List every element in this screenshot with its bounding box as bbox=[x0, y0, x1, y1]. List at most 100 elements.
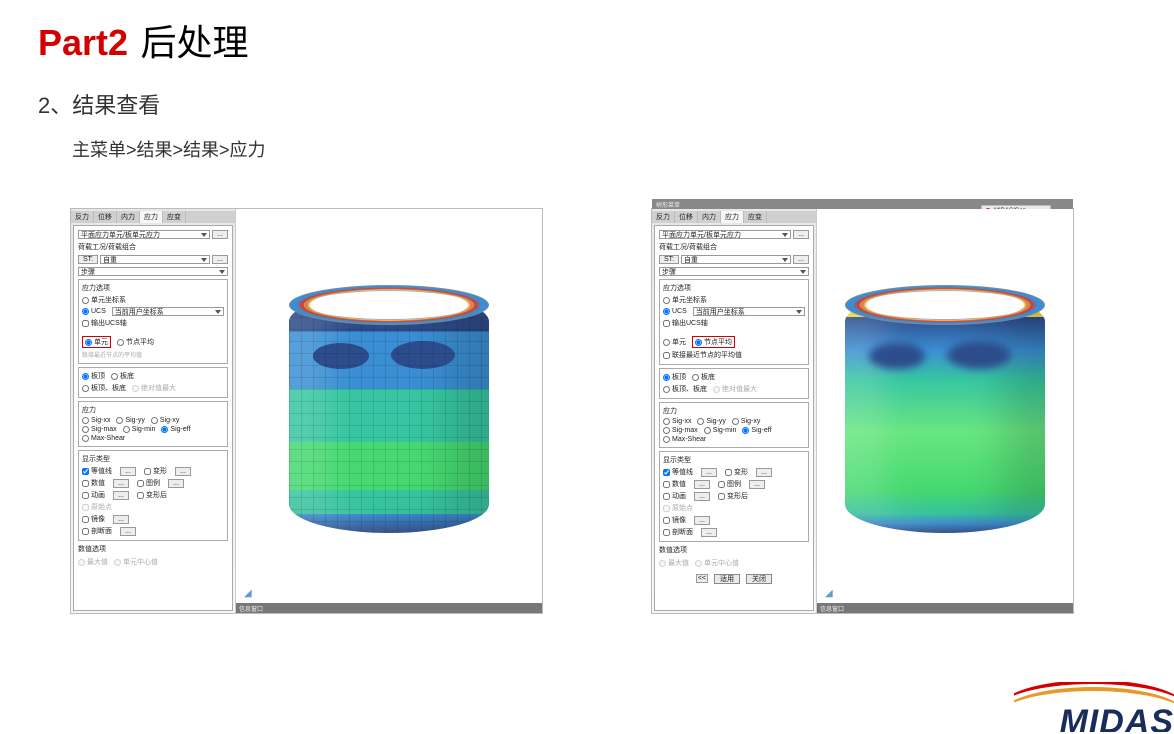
chk-avg-note[interactable]: 联接最近节点的平均值 bbox=[663, 350, 742, 360]
radio-center[interactable]: 单元中心值 bbox=[114, 557, 158, 567]
chk-cut[interactable]: 剖断面 bbox=[82, 526, 112, 536]
radio-sxy[interactable]: Sig-xy bbox=[151, 417, 179, 424]
chk-value[interactable]: 数值 bbox=[82, 478, 105, 488]
page-title: Part2 后处理 bbox=[0, 0, 1174, 66]
radio-syy[interactable]: Sig-yy bbox=[697, 418, 725, 425]
ellipsis-button[interactable]: ... bbox=[113, 515, 129, 524]
step-dropdown[interactable]: 步骤 bbox=[78, 267, 228, 276]
radio-element[interactable]: 单元 bbox=[85, 337, 108, 347]
ellipsis-button[interactable]: ... bbox=[175, 467, 191, 476]
tab-reaction[interactable]: 反力 bbox=[71, 211, 94, 223]
radio-element[interactable]: 单元 bbox=[663, 337, 686, 347]
radio-smax[interactable]: Sig-max bbox=[82, 426, 117, 433]
chk-mirror[interactable]: 镜像 bbox=[663, 515, 686, 525]
radio-element-cs[interactable]: 单元坐标系 bbox=[82, 295, 126, 305]
tab-force[interactable]: 内力 bbox=[698, 211, 721, 223]
ellipsis-button[interactable]: ... bbox=[694, 516, 710, 525]
chk-legend[interactable]: 图例 bbox=[718, 479, 741, 489]
radio-seff[interactable]: Sig-eff bbox=[742, 427, 771, 434]
chk-contour[interactable]: 等值线 bbox=[663, 467, 693, 477]
loadcase-dropdown[interactable]: 自重 bbox=[681, 255, 791, 264]
chk-undef[interactable]: 原始点 bbox=[82, 502, 112, 512]
radio-top[interactable]: 板顶 bbox=[663, 372, 686, 382]
ellipsis-button[interactable]: ... bbox=[793, 255, 809, 264]
radio-top[interactable]: 板顶 bbox=[82, 371, 105, 381]
radio-seff[interactable]: Sig-eff bbox=[161, 426, 190, 433]
ellipsis-button[interactable]: ... bbox=[120, 467, 136, 476]
radio-node-avg[interactable]: 节点平均 bbox=[695, 337, 732, 347]
ellipsis-button[interactable]: ... bbox=[168, 479, 184, 488]
chk-mirror[interactable]: 镜像 bbox=[82, 514, 105, 524]
tab-strain[interactable]: 应变 bbox=[163, 211, 186, 223]
ellipsis-button[interactable]: ... bbox=[701, 468, 717, 477]
radio-sxx[interactable]: Sig-xx bbox=[82, 417, 110, 424]
ellipsis-button[interactable]: ... bbox=[113, 491, 129, 500]
radio-smin[interactable]: Sig-min bbox=[123, 426, 156, 433]
ellipsis-button[interactable]: ... bbox=[113, 479, 129, 488]
ellipsis-button[interactable]: ... bbox=[694, 492, 710, 501]
chk-defshape[interactable]: 变形后 bbox=[137, 490, 167, 500]
radio-syy[interactable]: Sig-yy bbox=[116, 417, 144, 424]
ellipsis-button[interactable]: ... bbox=[694, 480, 710, 489]
ellipsis-button[interactable]: ... bbox=[120, 527, 136, 536]
ellipsis-button[interactable]: ... bbox=[793, 230, 809, 239]
step-dropdown[interactable]: 步骤 bbox=[659, 267, 809, 276]
close-button[interactable]: 关闭 bbox=[746, 574, 772, 584]
model-viewport[interactable]: ◢ 信息窗口 bbox=[817, 209, 1073, 613]
radio-bot[interactable]: 板底 bbox=[111, 371, 134, 381]
radio-ucs[interactable]: UCS bbox=[663, 308, 687, 315]
chk-ucs-axes[interactable]: 输出UCS轴 bbox=[663, 318, 708, 328]
tab-disp[interactable]: 位移 bbox=[675, 211, 698, 223]
radio-sxy[interactable]: Sig-xy bbox=[732, 418, 760, 425]
ellipsis-button[interactable]: ... bbox=[756, 468, 772, 477]
apply-button[interactable]: 适用 bbox=[714, 574, 740, 584]
ucs-dropdown[interactable]: 当前用户坐标系 bbox=[693, 307, 805, 316]
chk-cut[interactable]: 剖断面 bbox=[663, 527, 693, 537]
chk-defshape[interactable]: 变形后 bbox=[718, 491, 748, 501]
radio-smax[interactable]: Sig-max bbox=[663, 427, 698, 434]
ellipsis-button[interactable]: ... bbox=[212, 230, 228, 239]
radio-absmax[interactable]: 绝对值最大 bbox=[713, 384, 757, 394]
result-type-dropdown[interactable]: 平面应力单元/板单元应力 bbox=[78, 230, 210, 239]
stress-component-group: 应力 Sig-xx Sig-yy Sig-xy Sig-max Sig-min … bbox=[78, 401, 228, 447]
radio-maxshear[interactable]: Max-Shear bbox=[82, 435, 125, 442]
tab-stress[interactable]: 应力 bbox=[140, 211, 163, 223]
radio-element-cs[interactable]: 单元坐标系 bbox=[663, 295, 707, 305]
tab-disp[interactable]: 位移 bbox=[94, 211, 117, 223]
loadcase-dropdown[interactable]: 自重 bbox=[100, 255, 210, 264]
chk-deform[interactable]: 变形 bbox=[144, 466, 167, 476]
ellipsis-button[interactable]: ... bbox=[701, 528, 717, 537]
radio-smin[interactable]: Sig-min bbox=[704, 427, 737, 434]
model-viewport[interactable]: ◢ 信息窗口 bbox=[236, 209, 542, 613]
radio-absmax[interactable]: 绝对值最大 bbox=[132, 383, 176, 393]
radio-node-avg[interactable]: 节点平均 bbox=[117, 337, 154, 347]
radio-maxval[interactable]: 最大值 bbox=[78, 557, 108, 567]
chk-deform[interactable]: 变形 bbox=[725, 467, 748, 477]
radio-center[interactable]: 单元中心值 bbox=[695, 558, 739, 568]
chk-anim[interactable]: 动画 bbox=[663, 491, 686, 501]
tab-reaction[interactable]: 反力 bbox=[652, 211, 675, 223]
ucs-dropdown[interactable]: 当前用户坐标系 bbox=[112, 307, 224, 316]
prev-button[interactable]: << bbox=[696, 574, 708, 583]
ellipsis-button[interactable]: ... bbox=[212, 255, 228, 264]
radio-ucs[interactable]: UCS bbox=[82, 308, 106, 315]
radio-maxval[interactable]: 最大值 bbox=[659, 558, 689, 568]
radio-element-highlight: 单元 bbox=[82, 336, 111, 348]
chk-anim[interactable]: 动画 bbox=[82, 490, 105, 500]
chk-legend[interactable]: 图例 bbox=[137, 478, 160, 488]
radio-topbot[interactable]: 板顶、板底 bbox=[82, 383, 126, 393]
chk-undef[interactable]: 原始点 bbox=[663, 503, 693, 513]
radio-topbot[interactable]: 板顶、板底 bbox=[663, 384, 707, 394]
ellipsis-button[interactable]: ... bbox=[749, 480, 765, 489]
radio-sxx[interactable]: Sig-xx bbox=[663, 418, 691, 425]
tab-force[interactable]: 内力 bbox=[117, 211, 140, 223]
radio-maxshear[interactable]: Max-Shear bbox=[663, 436, 706, 443]
tab-strain[interactable]: 应变 bbox=[744, 211, 767, 223]
result-type-dropdown[interactable]: 平面应力单元/板单元应力 bbox=[659, 230, 791, 239]
view-triad-icon: ◢ bbox=[825, 588, 833, 599]
chk-ucs-axes[interactable]: 输出UCS轴 bbox=[82, 318, 127, 328]
radio-bot[interactable]: 板底 bbox=[692, 372, 715, 382]
chk-value[interactable]: 数值 bbox=[663, 479, 686, 489]
chk-contour[interactable]: 等值线 bbox=[82, 466, 112, 476]
tab-stress[interactable]: 应力 bbox=[721, 211, 744, 223]
